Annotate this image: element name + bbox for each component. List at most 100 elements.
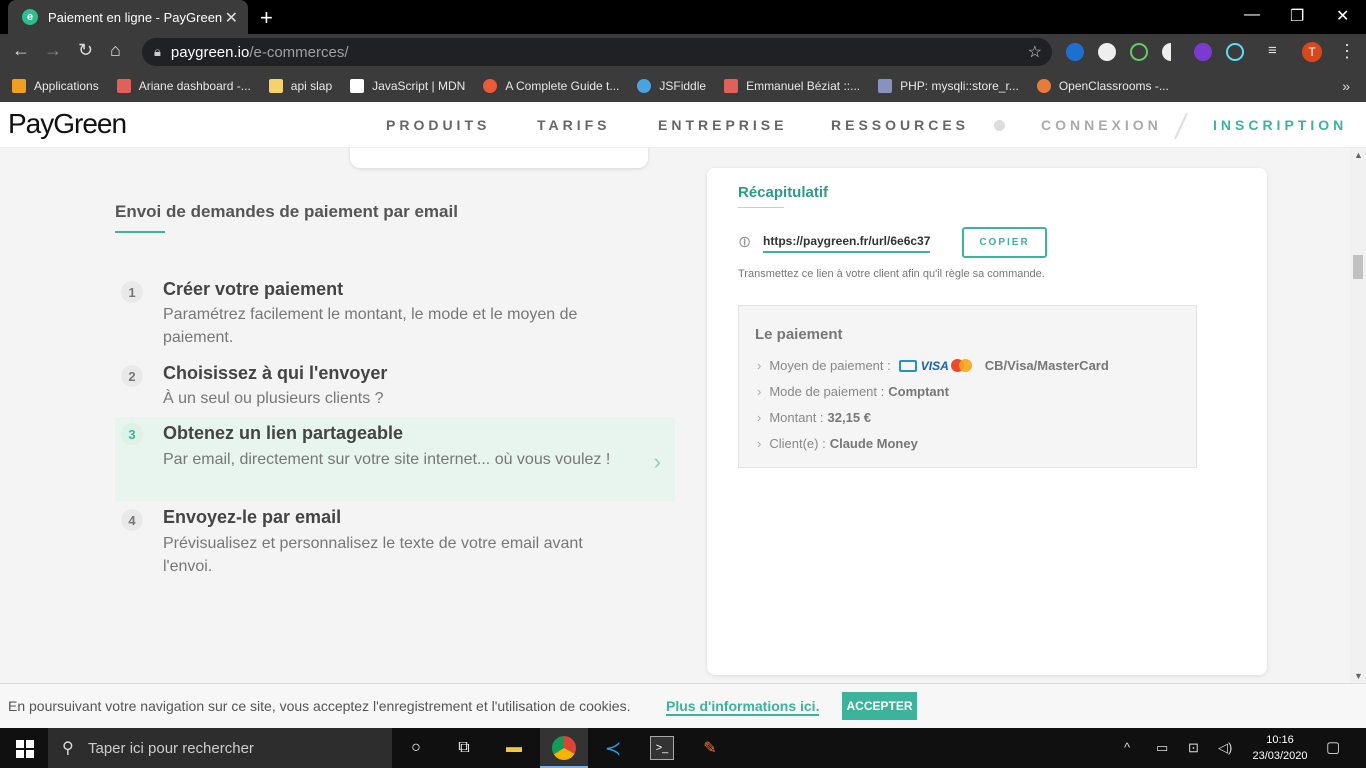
chevron-right-icon: › <box>757 410 762 425</box>
bookmark-item[interactable]: A Complete Guide t... <box>483 79 619 93</box>
vscode-icon[interactable]: ≺ <box>601 736 625 760</box>
chrome-icon[interactable] <box>552 736 576 760</box>
reading-list-icon[interactable]: ≡ <box>1268 42 1277 59</box>
extension-icon[interactable] <box>1194 43 1212 61</box>
mastercard-icon <box>950 359 973 372</box>
bookmark-label: PHP: mysqli::store_r... <box>900 79 1019 93</box>
browser-tab[interactable]: e Paiement en ligne - PayGreen ✕ <box>8 0 248 34</box>
extension-icon[interactable] <box>1098 43 1116 61</box>
address-bar[interactable]: 🔒︎ paygreen.io/e-commerces/ ☆ <box>142 38 1052 66</box>
url-path: /e-commerces/ <box>249 43 349 61</box>
step-item[interactable]: 4 Envoyez-le par email Prévisualisez et … <box>115 504 675 584</box>
php-icon <box>878 79 893 93</box>
window-close-icon[interactable]: ✕ <box>1336 6 1349 26</box>
profile-avatar[interactable]: T <box>1302 42 1322 62</box>
tray-chevron-icon[interactable]: ^ <box>1124 740 1130 755</box>
step-title: Choisissez à qui l'envoyer <box>163 363 388 383</box>
file-explorer-icon[interactable]: ▬ <box>502 736 526 760</box>
react-devtools-icon[interactable] <box>1226 43 1244 61</box>
extension-icon[interactable] <box>1162 43 1180 61</box>
more-bookmarks-icon[interactable]: » <box>1342 78 1350 94</box>
extension-icon[interactable] <box>1066 43 1084 61</box>
notifications-icon[interactable]: ▢ <box>1326 738 1340 756</box>
minimize-icon[interactable]: — <box>1244 6 1260 24</box>
extension-icon[interactable] <box>1130 43 1148 61</box>
network-icon[interactable]: ⊡ <box>1188 740 1199 756</box>
payment-link[interactable]: https://paygreen.fr/url/6e6c37 <box>763 234 931 253</box>
client-label: Client(e) : <box>769 436 826 451</box>
step-number: 3 <box>121 423 143 445</box>
section-underline <box>115 231 165 233</box>
reload-icon[interactable]: ↻ <box>78 40 93 61</box>
bookmark-item[interactable]: JSFiddle <box>637 79 706 93</box>
task-view-icon[interactable]: ⧉ <box>452 736 476 760</box>
step-item[interactable]: 2 Choisissez à qui l'envoyer À un seul o… <box>115 358 675 413</box>
apps-grid-icon <box>12 79 26 93</box>
code-icon <box>724 79 739 93</box>
mdn-icon <box>350 79 365 93</box>
bookmark-label: JavaScript | MDN <box>372 79 466 93</box>
clock-date: 23/03/2020 <box>1252 750 1308 762</box>
cookie-accept-button[interactable]: ACCEPTER <box>842 692 917 720</box>
battery-icon[interactable]: ▭ <box>1156 740 1168 756</box>
step-number: 1 <box>121 281 143 303</box>
home-icon[interactable]: ⌂ <box>110 40 121 61</box>
bookmark-label: A Complete Guide t... <box>505 79 620 93</box>
clock-time: 10:16 <box>1266 734 1294 746</box>
cb-card-icon <box>898 359 917 372</box>
nav-tarifs[interactable]: TARIFS <box>537 117 611 133</box>
step-item[interactable]: 1 Créer votre paiement Paramétrez facile… <box>115 274 675 354</box>
copy-button[interactable]: COPIER <box>962 227 1047 258</box>
paygreen-logo[interactable]: PayGreen <box>8 108 127 140</box>
scroll-thumb[interactable] <box>1353 255 1363 279</box>
payment-method-label: Moyen de paiement : <box>769 358 891 373</box>
step-item-active[interactable]: 3 Obtenez un lien partageable Par email,… <box>115 417 675 501</box>
windows-start-icon[interactable] <box>16 740 34 758</box>
terminal-icon[interactable]: >_ <box>650 736 674 760</box>
paygreen-favicon-icon: e <box>22 9 38 25</box>
nav-inscription[interactable]: INSCRIPTION <box>1213 117 1347 133</box>
payment-method-value: CB/Visa/MasterCard <box>984 358 1109 373</box>
paint-icon[interactable]: ✎ <box>698 736 722 760</box>
restore-icon[interactable]: ❐ <box>1290 6 1304 26</box>
bookmark-item[interactable]: PHP: mysqli::store_r... <box>878 79 1019 93</box>
nav-separator-dot <box>994 120 1005 131</box>
cloud-icon <box>637 79 652 93</box>
bookmark-item[interactable]: Emmanuel Béziat ::... <box>724 79 860 93</box>
bookmark-item[interactable]: Ariane dashboard -... <box>116 79 251 93</box>
nav-entreprise[interactable]: ENTREPRISE <box>658 117 787 133</box>
bookmark-item[interactable]: Applications <box>12 79 99 93</box>
nav-ressources[interactable]: RESSOURCES <box>831 117 969 133</box>
taskbar-clock[interactable]: 10:16 23/03/2020 <box>1250 732 1310 764</box>
cookie-more-info-link[interactable]: Plus d'informations ici. <box>666 698 820 716</box>
folder-icon <box>268 79 283 93</box>
bookmark-star-icon[interactable]: ☆ <box>1028 42 1042 62</box>
taskbar-search[interactable]: ⚲ Taper ici pour rechercher <box>48 728 392 768</box>
tab-close-icon[interactable]: ✕ <box>225 8 238 28</box>
bookmark-label: Ariane dashboard -... <box>138 79 251 93</box>
scroll-down-icon[interactable]: ▼ <box>1354 671 1363 681</box>
back-icon[interactable]: ← <box>12 40 30 61</box>
volume-icon[interactable]: ◁) <box>1218 740 1232 756</box>
page-scrollbar[interactable]: ▲ ▼ <box>1350 148 1366 683</box>
search-icon: ⚲ <box>62 740 74 757</box>
step-title: Obtenez un lien partageable <box>163 423 404 443</box>
forward-icon[interactable]: → <box>44 40 62 61</box>
bookmark-item[interactable]: JavaScript | MDN <box>350 79 465 93</box>
menu-kebab-icon[interactable]: ⋮ <box>1338 41 1356 62</box>
rocket-icon <box>116 79 131 93</box>
cortana-icon[interactable]: ○ <box>404 736 428 760</box>
bookmark-item[interactable]: OpenClassrooms -... <box>1036 79 1169 93</box>
scroll-up-icon[interactable]: ▲ <box>1354 150 1363 160</box>
visa-logo: VISA <box>920 358 949 373</box>
browser-tabstrip: e Paiement en ligne - PayGreen ✕ + — ❐ ✕ <box>0 0 1366 34</box>
browser-toolbar: ← → ↻ ⌂ 🔒︎ paygreen.io/e-commerces/ ☆ ≡ … <box>0 34 1366 70</box>
bookmark-item[interactable]: api slap <box>268 79 332 93</box>
new-tab-icon[interactable]: + <box>260 5 273 31</box>
nav-produits[interactable]: PRODUITS <box>386 117 490 133</box>
nav-separator-slash <box>1174 112 1188 140</box>
nav-connexion[interactable]: CONNEXION <box>1041 117 1162 133</box>
url-domain: paygreen.io <box>170 43 250 61</box>
step-title: Créer votre paiement <box>163 279 344 299</box>
main-content: Envoi de demandes de paiement par email … <box>0 148 1350 683</box>
